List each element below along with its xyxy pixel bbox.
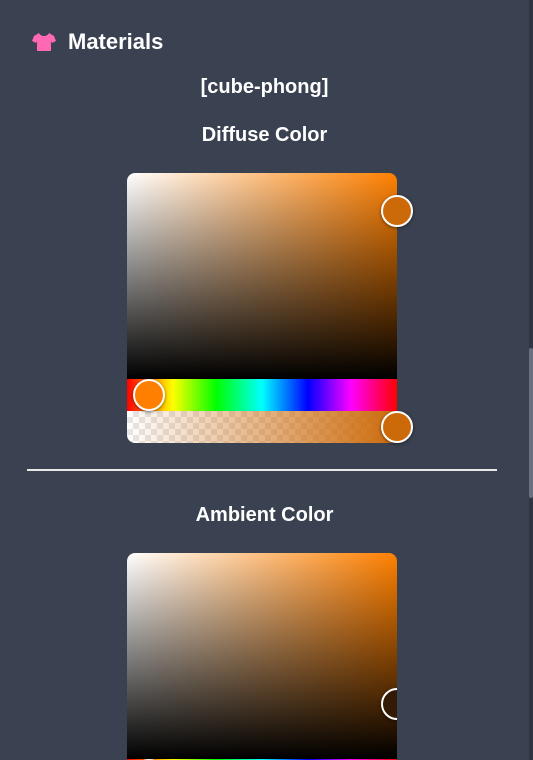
diffuse-saturation-value-area[interactable]	[127, 173, 397, 379]
diffuse-color-picker	[127, 173, 413, 443]
scrollbar-thumb[interactable]	[529, 348, 533, 498]
scrollbar-track[interactable]	[529, 0, 533, 760]
panel-title: Materials	[68, 29, 164, 54]
diffuse-alpha-slider[interactable]	[127, 411, 397, 443]
diffuse-alpha-handle[interactable]	[381, 411, 413, 443]
panel-header: Materials	[32, 28, 163, 56]
section-divider	[27, 469, 497, 471]
ambient-saturation-value-area[interactable]	[127, 553, 397, 759]
ambient-color-picker	[127, 553, 397, 760]
diffuse-color-handle[interactable]	[381, 195, 413, 227]
shirt-icon	[32, 32, 56, 52]
diffuse-hue-slider[interactable]	[127, 379, 397, 411]
diffuse-color-title: Diffuse Color	[201, 124, 328, 146]
diffuse-hue-handle[interactable]	[133, 379, 165, 411]
material-name: [cube-phong]	[200, 76, 329, 98]
ambient-color-title: Ambient Color	[195, 504, 334, 526]
materials-panel: Materials [cube-phong] Diffuse Color Amb…	[0, 0, 529, 760]
